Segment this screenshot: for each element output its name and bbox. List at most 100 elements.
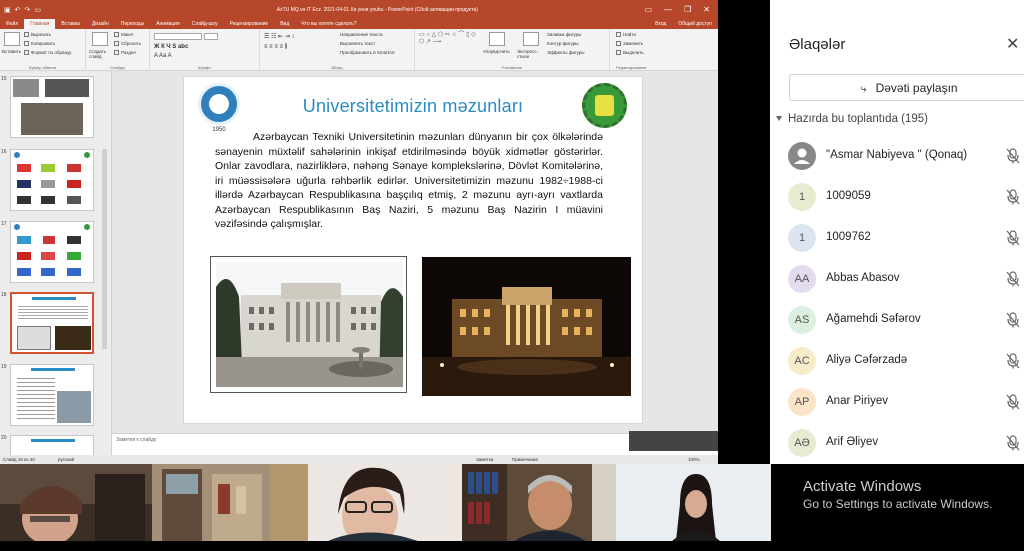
- reset-button[interactable]: Сбросить: [114, 41, 141, 47]
- undo-icon[interactable]: ↶: [15, 6, 21, 14]
- mic-off-icon: [1006, 148, 1020, 164]
- paste-button[interactable]: Вставить: [2, 49, 21, 54]
- participant-name: Abbas Abasov: [826, 272, 900, 284]
- new-slide-button[interactable]: Создать слайд: [89, 49, 111, 59]
- editing-caption: Редактирование: [616, 65, 647, 70]
- slide-thumbnail[interactable]: [10, 435, 94, 455]
- participant-name: 1009059: [826, 190, 871, 202]
- paste-icon[interactable]: [4, 32, 20, 46]
- language-indicator[interactable]: русский: [58, 457, 74, 462]
- participant-row[interactable]: "Asmar Nabiyeva " (Qonaq): [770, 142, 1024, 182]
- tab-animations[interactable]: Анимация: [150, 19, 185, 29]
- copy-button[interactable]: Копировать: [24, 41, 55, 47]
- participant-row[interactable]: AS Ağamehdi Səfərov: [770, 306, 1024, 346]
- save-icon[interactable]: ▣: [4, 6, 11, 14]
- slide-body-text[interactable]: Azərbaycan Texniki Universitetinin məzun…: [215, 130, 603, 232]
- format-painter-button[interactable]: Формат по образцу: [24, 50, 71, 56]
- maximize-icon[interactable]: ❐: [684, 5, 691, 14]
- quick-styles-icon[interactable]: [523, 32, 539, 46]
- present-icon[interactable]: ▭: [34, 6, 41, 14]
- replace-button[interactable]: Заменить: [616, 41, 643, 47]
- arrange-icon[interactable]: [489, 32, 505, 46]
- smartart-button[interactable]: Преобразовать в SmartArt: [340, 50, 395, 55]
- arrange-button[interactable]: Упорядочить: [483, 49, 510, 54]
- video-tile-1[interactable]: [0, 464, 152, 541]
- participant-name: Anar Piriyev: [826, 395, 888, 407]
- comments-toggle[interactable]: Примечания: [512, 457, 538, 462]
- share-invite-button[interactable]: ⤷ Dəvəti paylaşın: [789, 74, 1024, 101]
- shared-screen: ▣ ↶ ↷ ▭ AzTU MQ və İT Ecz. 2021-04-01 Ка…: [0, 0, 718, 464]
- group-paragraph: ☰ ☷ ⇤ ⇥ ↕ ≡ ≡ ≡ ≡ ⫼ Направление текста В…: [260, 29, 415, 71]
- notes-pane[interactable]: Заметки к слайду: [112, 433, 718, 455]
- find-button[interactable]: Найти: [616, 32, 636, 38]
- align-text-button[interactable]: Выровнять текст: [340, 41, 375, 46]
- tab-review[interactable]: Рецензирование: [224, 19, 275, 29]
- font-size-input[interactable]: [204, 33, 218, 40]
- slide-thumbnail[interactable]: [10, 76, 94, 138]
- participant-row[interactable]: 1 1009762: [770, 224, 1024, 264]
- paragraph-caption: Абзац: [331, 65, 343, 70]
- video-tile-2[interactable]: [152, 464, 308, 541]
- participant-row[interactable]: AƏ Arif Əliyev: [770, 429, 1024, 469]
- notes-toggle[interactable]: Заметки: [476, 457, 493, 462]
- video-tile-4[interactable]: [462, 464, 616, 541]
- participant-row[interactable]: AP Anar Piriyev: [770, 388, 1024, 428]
- participant-row[interactable]: AC Aliyə Cəfərzadə: [770, 347, 1024, 387]
- current-slide[interactable]: 1950 Universitetimizin məzunları Azərbay…: [183, 76, 643, 424]
- video-tile-5[interactable]: [616, 464, 771, 541]
- align-buttons[interactable]: ≡ ≡ ≡ ≡ ⫼: [264, 44, 287, 51]
- tab-file[interactable]: Файл: [0, 19, 24, 29]
- text-direction-button[interactable]: Направление текста: [340, 32, 383, 37]
- tab-slideshow[interactable]: Слайд-шоу: [186, 19, 224, 29]
- tab-home[interactable]: Главная: [24, 19, 56, 29]
- slide-thumbnail[interactable]: [10, 221, 94, 283]
- quick-styles-button[interactable]: Экспресс-стили: [517, 49, 541, 59]
- close-icon[interactable]: ✕: [1006, 34, 1019, 54]
- tab-transitions[interactable]: Переходы: [115, 19, 150, 29]
- university-building-photo[interactable]: [210, 256, 407, 393]
- shape-effects-button[interactable]: Эффекты фигуры: [547, 50, 585, 55]
- in-meeting-section-header[interactable]: Hazırda bu toplantıda (195): [776, 113, 928, 125]
- slide-title[interactable]: Universitetimizin məzunları: [184, 96, 642, 117]
- tab-design[interactable]: Дизайн: [86, 19, 115, 29]
- participant-row[interactable]: AA Abbas Abasov: [770, 265, 1024, 305]
- font-name-input[interactable]: [154, 33, 202, 40]
- window-controls: ▭ — ❐ ✕: [645, 5, 718, 14]
- select-button[interactable]: Выделить: [616, 50, 644, 56]
- select-icon: [616, 50, 621, 56]
- video-tile-3[interactable]: [308, 464, 462, 541]
- ribbon-display-icon[interactable]: ▭: [645, 5, 653, 14]
- tell-me-search[interactable]: Что вы хотите сделать?: [295, 19, 362, 29]
- slide-thumbnail[interactable]: [10, 364, 94, 426]
- drawing-caption: Рисование: [501, 65, 523, 70]
- section-icon: [114, 50, 119, 56]
- minimize-icon[interactable]: —: [664, 5, 672, 14]
- font-format-buttons[interactable]: Ж К Ч S abc: [154, 44, 188, 50]
- close-icon[interactable]: ✕: [703, 5, 710, 14]
- share-link[interactable]: Общий доступ: [672, 19, 718, 29]
- shape-fill-button[interactable]: Заливка фигуры: [547, 32, 581, 37]
- new-slide-icon[interactable]: [92, 32, 108, 46]
- list-buttons[interactable]: ☰ ☷ ⇤ ⇥ ↕: [264, 33, 294, 40]
- group-slides: Создать слайд Макет Сбросить Раздел Слай…: [86, 29, 150, 71]
- quick-access-toolbar: ▣ ↶ ↷ ▭: [0, 6, 110, 14]
- shapes-gallery[interactable]: ▭ ○ △ ⬠ ⇨ ☆ ⌒ ▯ ◇ ⬡ ↗ ⟶: [419, 32, 479, 56]
- participant-row[interactable]: 1 1009059: [770, 183, 1024, 223]
- group-clipboard: Вставить Вырезать Копировать Формат по о…: [0, 29, 86, 71]
- group-font: Ж К Ч S abc A Aa A Шрифт: [150, 29, 260, 71]
- tab-insert[interactable]: Вставка: [55, 19, 86, 29]
- slide-thumbnail-selected[interactable]: [10, 292, 94, 354]
- layout-button[interactable]: Макет: [114, 32, 134, 38]
- thumbnail-scrollbar[interactable]: [102, 149, 107, 349]
- avatar: AP: [788, 388, 816, 416]
- font-color-buttons[interactable]: A Aa A: [154, 53, 172, 59]
- signin-link[interactable]: Вход: [649, 19, 672, 29]
- section-button[interactable]: Раздел: [114, 50, 136, 56]
- zoom-level[interactable]: 100%: [688, 457, 700, 462]
- university-night-photo[interactable]: [422, 257, 631, 396]
- shape-outline-button[interactable]: Контур фигуры: [547, 41, 578, 46]
- redo-icon[interactable]: ↷: [25, 6, 31, 14]
- cut-button[interactable]: Вырезать: [24, 32, 51, 38]
- slide-thumbnail[interactable]: [10, 149, 94, 211]
- tab-view[interactable]: Вид: [274, 19, 295, 29]
